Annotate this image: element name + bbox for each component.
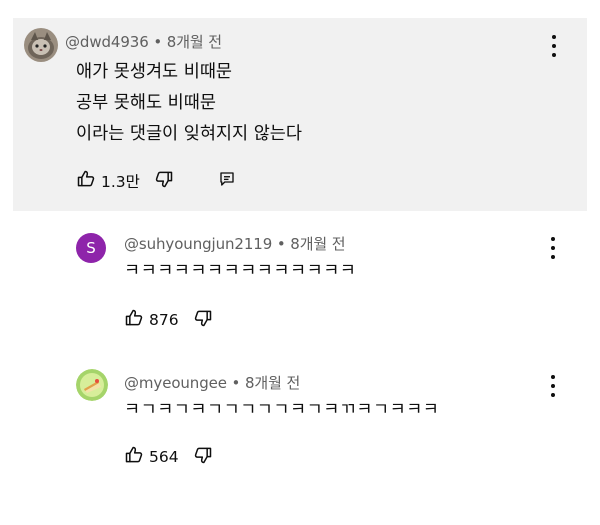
like-count: 564 [149, 448, 179, 466]
comment-line: 공부 못해도 비때문 [76, 93, 216, 113]
comment-text: 애가 못생겨도 비때문 공부 못해도 비때문 이라는 댓글이 잊혀지지 않는다 [76, 57, 302, 150]
cake-avatar-icon [76, 369, 108, 401]
like-icon[interactable] [124, 308, 144, 332]
avatar[interactable] [24, 28, 58, 62]
comment-meta: @suhyoungjun2119 • 8개월 전 [124, 233, 346, 254]
like-icon[interactable] [76, 169, 96, 193]
comment-text: ㅋㄱㅋㄱㅋㄱㄱㄱㄱㄱㅋㄱㅋㄲㅋㄱㅋㅋㅋ [124, 395, 439, 426]
dislike-icon[interactable] [154, 169, 174, 193]
comment-thread-top: @dwd4936 • 8개월 전 애가 못생겨도 비때문 공부 못해도 비때문 … [13, 18, 587, 211]
comment-time[interactable]: 8개월 전 [167, 33, 222, 51]
comment-line: ㅋㅋㅋㅋㅋㅋㅋㅋㅋㅋㅋㅋㅋㅋ [124, 261, 357, 281]
like-icon[interactable] [124, 445, 144, 469]
separator: • [272, 235, 291, 253]
like-count: 876 [149, 311, 179, 329]
separator: • [226, 374, 245, 392]
author-name[interactable]: @dwd4936 [65, 33, 149, 51]
author-name[interactable]: @suhyoungjun2119 [124, 235, 272, 253]
comment-text: ㅋㅋㅋㅋㅋㅋㅋㅋㅋㅋㅋㅋㅋㅋ [124, 256, 356, 287]
comment-actions: 564 [124, 445, 213, 469]
comment-actions: 1.3만 [76, 169, 236, 193]
cat-photo-avatar-icon [24, 28, 58, 62]
reply-comment: @myeoungee • 8개월 전 ㅋㄱㅋㄱㅋㄱㄱㄱㄱㄱㅋㄱㅋㄲㅋㄱㅋㅋㅋ 5… [0, 365, 600, 485]
comment-time[interactable]: 8개월 전 [245, 374, 300, 392]
comment-line: ㅋㄱㅋㄱㅋㄱㄱㄱㄱㄱㅋㄱㅋㄲㅋㄱㅋㅋㅋ [124, 400, 440, 420]
reply-icon[interactable] [218, 170, 236, 192]
author-name[interactable]: @myeoungee [124, 374, 227, 392]
separator: • [148, 33, 167, 51]
comment-actions: 876 [124, 308, 213, 332]
more-options-icon[interactable] [545, 237, 561, 259]
comment-meta: @dwd4936 • 8개월 전 [65, 31, 222, 52]
more-options-icon[interactable] [546, 35, 562, 57]
comment-line: 애가 못생겨도 비때문 [76, 62, 233, 82]
comment-line: 이라는 댓글이 잊혀지지 않는다 [76, 124, 302, 144]
avatar[interactable] [76, 369, 108, 401]
reply-comment: S @suhyoungjun2119 • 8개월 전 ㅋㅋㅋㅋㅋㅋㅋㅋㅋㅋㅋㅋㅋ… [0, 225, 600, 345]
avatar[interactable]: S [76, 233, 106, 263]
like-count: 1.3만 [101, 173, 140, 191]
dislike-icon[interactable] [193, 308, 213, 332]
dislike-icon[interactable] [193, 445, 213, 469]
comment-time[interactable]: 8개월 전 [290, 235, 345, 253]
comment-meta: @myeoungee • 8개월 전 [124, 372, 300, 393]
more-options-icon[interactable] [545, 375, 561, 397]
